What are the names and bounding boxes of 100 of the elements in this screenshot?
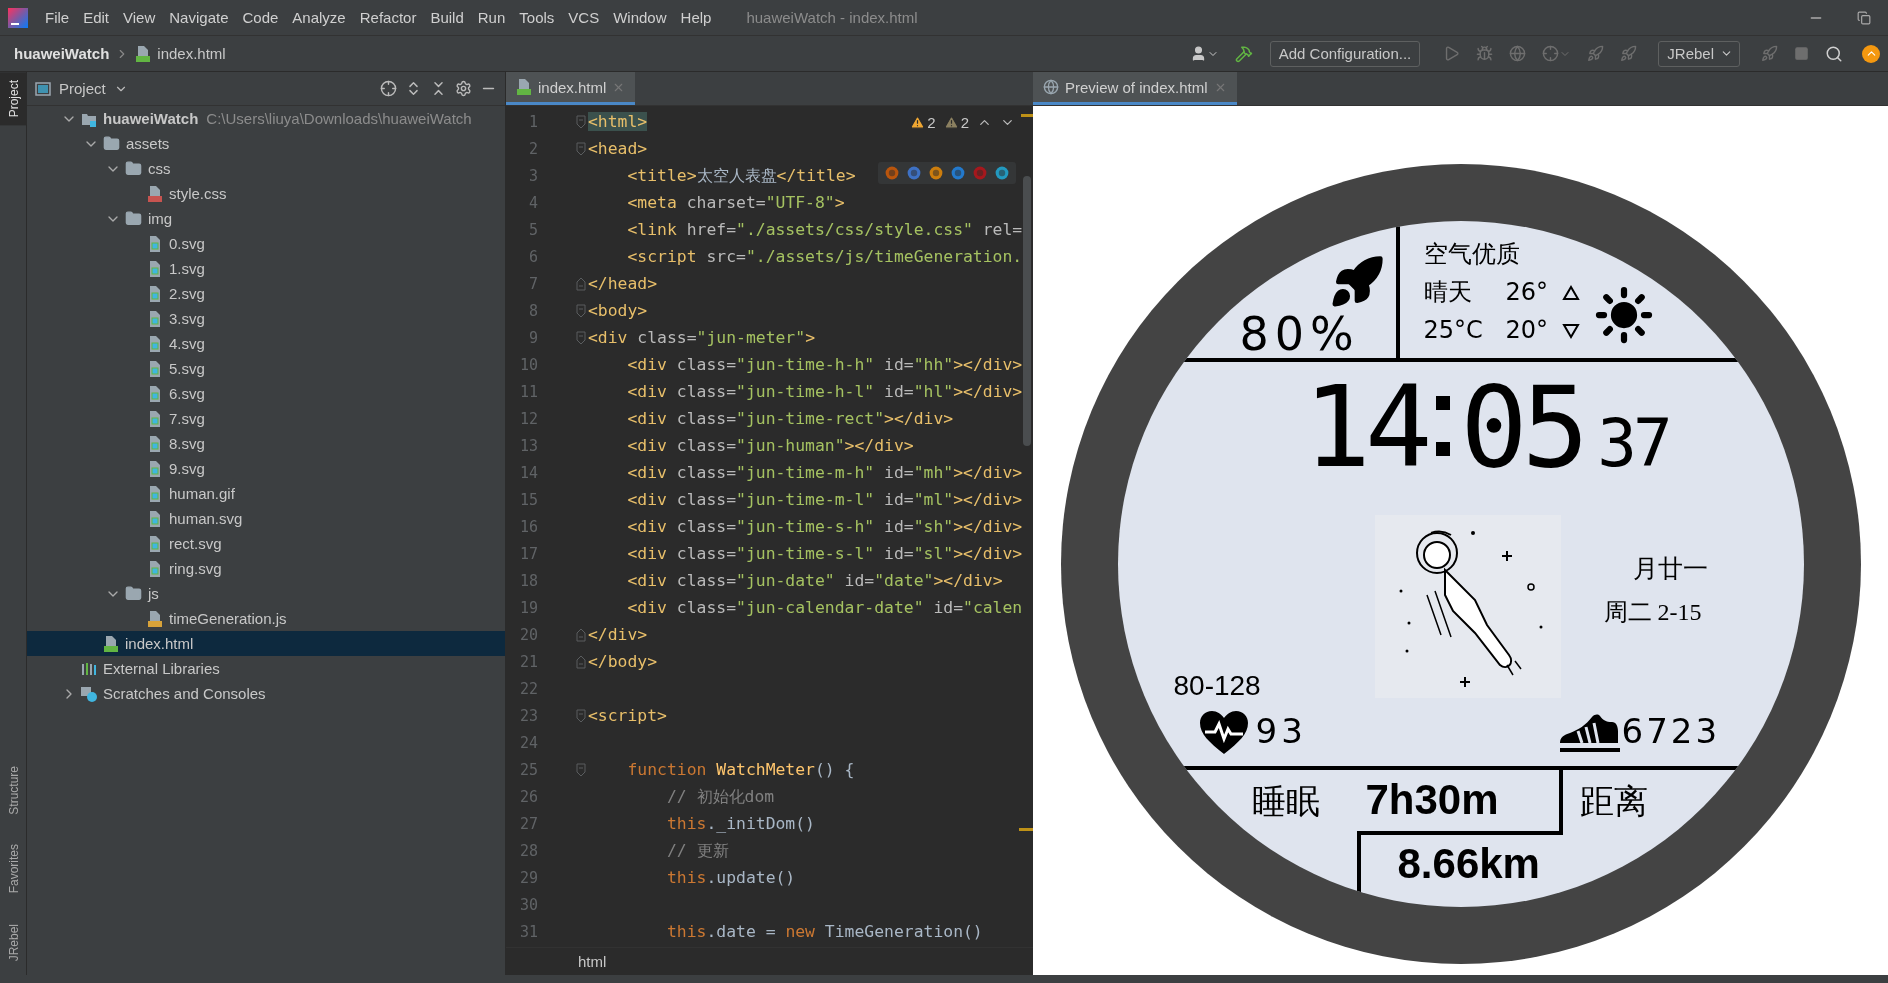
rocket-icon[interactable] (1620, 45, 1638, 62)
menu-item[interactable]: Help (673, 5, 719, 30)
tree-item[interactable]: Scratches and Consoles (27, 681, 505, 706)
folder-icon (125, 585, 142, 602)
fold-marker-icon[interactable] (576, 303, 586, 318)
browser-icon[interactable] (950, 165, 966, 181)
scrollbar-thumb[interactable] (1023, 176, 1031, 446)
line-number: 22 (518, 679, 538, 698)
image-file-icon (147, 384, 163, 403)
tree-item[interactable]: human.gif (27, 481, 505, 506)
app-logo[interactable] (8, 7, 28, 28)
tree-item[interactable]: 4.svg (27, 331, 505, 356)
tree-item[interactable]: index.html (27, 631, 505, 656)
code-line: <div class="jun-time-s-h" id="sh"></div> (626, 517, 1023, 536)
rocket-icon[interactable] (1587, 45, 1605, 62)
warning-count[interactable]: 2 (943, 114, 969, 131)
warning-count[interactable]: 2 (910, 114, 936, 131)
browser-icon[interactable] (928, 165, 944, 181)
tool-window-tab[interactable]: Favorites (0, 836, 27, 902)
menu-item[interactable]: Run (470, 5, 513, 30)
tree-item[interactable]: ring.svg (27, 556, 505, 581)
locate-icon[interactable] (380, 80, 397, 97)
fold-marker-icon[interactable] (576, 114, 586, 129)
stop-icon[interactable] (1794, 46, 1809, 61)
tree-item[interactable]: 1.svg (27, 256, 505, 281)
menu-item[interactable]: Edit (76, 5, 117, 30)
menu-item[interactable]: Navigate (162, 5, 236, 30)
tree-item[interactable]: 0.svg (27, 231, 505, 256)
run-icon[interactable] (1443, 45, 1461, 62)
fold-marker-icon[interactable] (576, 708, 586, 723)
tree-item[interactable]: assets (27, 131, 505, 156)
breadcrumb-file[interactable]: index.html (157, 45, 226, 62)
code-line: <div class="jun-human"></div> (626, 436, 914, 455)
tool-window-tab[interactable]: Structure (0, 757, 27, 823)
tree-item[interactable]: 2.svg (27, 281, 505, 306)
tool-window-tab[interactable]: JRebel (0, 915, 27, 969)
run-configuration-button[interactable]: Add Configuration... (1269, 40, 1421, 67)
browser-icon[interactable] (972, 165, 988, 181)
breadcrumb-project[interactable]: huaweiWatch (14, 45, 110, 62)
preview-tab[interactable]: Preview of index.html (1033, 72, 1237, 105)
rocket-icon[interactable] (1761, 45, 1778, 62)
tree-item[interactable]: External Libraries (27, 656, 505, 681)
fold-marker-icon[interactable] (576, 141, 586, 156)
tree-item[interactable]: css (27, 156, 505, 181)
tree-item[interactable]: img (27, 206, 505, 231)
menu-item[interactable]: Build (423, 5, 471, 30)
high-temperature: 26° (1505, 279, 1549, 306)
tree-item[interactable]: timeGeneration.js (27, 606, 505, 631)
code-line: // 初始化dom (665, 785, 775, 808)
tree-item[interactable]: 6.svg (27, 381, 505, 406)
code-line: this._initDom() (665, 814, 815, 833)
browser-icon[interactable] (884, 165, 900, 181)
hammer-icon[interactable] (1234, 44, 1253, 63)
menu-item[interactable]: File (38, 5, 77, 30)
fold-marker-icon[interactable] (576, 330, 586, 345)
line-number: 12 (518, 409, 538, 428)
tree-item[interactable]: 9.svg (27, 456, 505, 481)
tree-item[interactable]: style.css (27, 181, 505, 206)
current-temperature: 25°C (1423, 317, 1483, 344)
tree-item[interactable]: 8.svg (27, 431, 505, 456)
warning-marker[interactable] (1019, 828, 1033, 831)
menu-item[interactable]: Code (235, 5, 286, 30)
battery-percent: 80% (1239, 309, 1360, 360)
bug-icon[interactable] (1476, 45, 1494, 62)
settings-icon[interactable] (455, 80, 472, 97)
editor-tab[interactable]: index.html (506, 72, 636, 105)
browser-icon[interactable] (906, 165, 922, 181)
code-line: <script> (588, 706, 667, 725)
tree-item[interactable]: 3.svg (27, 306, 505, 331)
tree-item[interactable]: 7.svg (27, 406, 505, 431)
menu-item[interactable]: Refactor (352, 5, 424, 30)
fold-marker-icon[interactable] (576, 762, 586, 777)
jrebel-dropdown[interactable]: JRebel (1658, 40, 1740, 67)
fold-marker-icon[interactable] (576, 276, 586, 291)
line-number: 4 (527, 193, 538, 212)
menu-item[interactable]: Tools (512, 5, 562, 30)
panel-title[interactable]: Project (59, 80, 106, 97)
breadcrumb-item[interactable]: html (578, 953, 607, 970)
update-icon[interactable] (1862, 44, 1880, 63)
menu-item[interactable]: Window (606, 5, 674, 30)
line-number: 30 (518, 895, 538, 914)
tree-item[interactable]: huaweiWatch C:\Users\liuya\Downloads\huaweiWatch (27, 106, 505, 131)
search-icon[interactable] (1825, 44, 1843, 63)
clock-seconds: 37 (1597, 411, 1669, 477)
fold-marker-icon[interactable] (576, 627, 586, 642)
line-number: 21 (518, 652, 538, 671)
image-file-icon (147, 259, 163, 278)
fold-marker-icon[interactable] (576, 654, 586, 669)
menu-item[interactable]: Analyze (285, 5, 353, 30)
code-line: <body> (588, 301, 648, 320)
tree-item[interactable]: human.svg (27, 506, 505, 531)
menu-item[interactable]: VCS (561, 5, 607, 30)
restore-icon[interactable] (1857, 10, 1871, 25)
line-number: 13 (518, 436, 538, 455)
tree-item[interactable]: 5.svg (27, 356, 505, 381)
tool-window-tab[interactable]: Project (0, 72, 27, 126)
tree-item[interactable]: js (27, 581, 505, 606)
menu-item[interactable]: View (116, 5, 163, 30)
browser-icon[interactable] (994, 165, 1010, 181)
tree-item[interactable]: rect.svg (27, 531, 505, 556)
